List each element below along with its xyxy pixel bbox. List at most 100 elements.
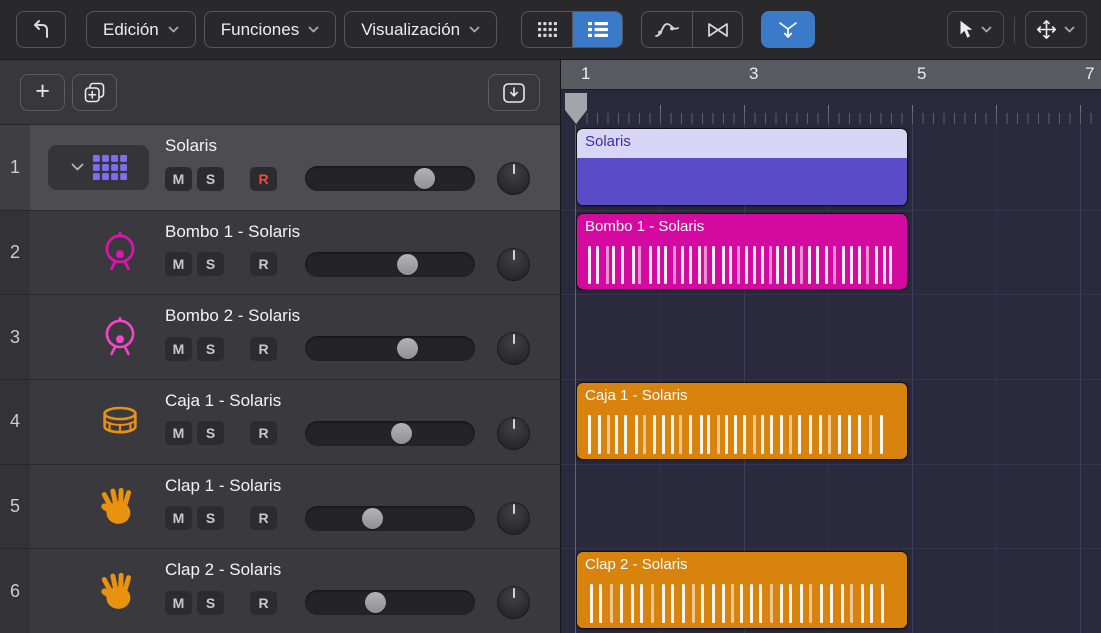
midi-note xyxy=(721,245,725,285)
solo-button[interactable]: S xyxy=(197,166,224,191)
duplicate-track-button[interactable] xyxy=(72,74,117,111)
midi-note xyxy=(632,245,636,285)
automation-button[interactable] xyxy=(642,12,692,47)
record-enable-button[interactable]: R xyxy=(250,506,277,531)
lanes[interactable]: Solaris Bombo 1 - Solaris Caja 1 - Solar… xyxy=(561,125,1101,633)
midi-note xyxy=(889,245,893,285)
volume-slider-thumb[interactable] xyxy=(396,253,418,275)
arrange-area[interactable]: 1 3 5 7 Solaris Bombo 1 - Solaris Caja 1 - … xyxy=(560,60,1101,633)
volume-slider-thumb[interactable] xyxy=(396,338,418,360)
volume-slider[interactable] xyxy=(305,336,475,362)
record-enable-button[interactable]: R xyxy=(250,590,277,615)
pan-knob[interactable] xyxy=(497,501,530,535)
midi-note xyxy=(691,584,695,623)
solo-button[interactable]: S xyxy=(197,506,224,531)
midi-note xyxy=(640,584,644,623)
chevron-down-icon xyxy=(469,26,480,33)
region-name: Caja 1 - Solaris xyxy=(577,383,907,412)
midi-note xyxy=(707,415,711,454)
record-enable-button[interactable]: R xyxy=(250,421,277,446)
grid-view-icon xyxy=(537,22,557,37)
mute-button[interactable]: M xyxy=(165,506,192,531)
track-controls: M S R xyxy=(165,501,560,535)
region[interactable]: Clap 2 - Solaris xyxy=(576,551,908,629)
midi-note xyxy=(857,415,861,454)
midi-note xyxy=(638,245,642,285)
midi-note xyxy=(671,415,675,454)
solo-button[interactable]: S xyxy=(197,252,224,277)
plus-icon: + xyxy=(35,76,50,105)
ruler-mark: 3 xyxy=(749,64,759,83)
catch-playhead-button[interactable] xyxy=(761,11,816,48)
rows-view-button[interactable] xyxy=(572,12,623,47)
mute-button[interactable]: M xyxy=(165,252,192,277)
lane-separator xyxy=(561,209,1101,211)
track-row[interactable]: Clap 2 - Solaris M S R xyxy=(30,548,560,633)
pan-knob[interactable] xyxy=(497,162,530,195)
menu-funciones[interactable]: Funciones xyxy=(203,11,337,48)
back-icon xyxy=(30,19,52,41)
show-hide-tray-button[interactable] xyxy=(488,74,540,111)
pointer-tool-button[interactable] xyxy=(947,11,1004,48)
add-track-button[interactable]: + xyxy=(20,74,65,111)
mute-button[interactable]: M xyxy=(165,166,192,191)
pan-knob[interactable] xyxy=(497,247,530,281)
region-body xyxy=(577,242,907,290)
track-row[interactable]: Bombo 2 - Solaris M S R xyxy=(30,294,560,379)
record-enable-button[interactable]: R xyxy=(250,336,277,361)
track-row[interactable]: Solaris M S R xyxy=(30,125,560,210)
back-button[interactable] xyxy=(16,11,66,48)
midi-note xyxy=(716,415,720,454)
volume-slider[interactable] xyxy=(305,251,475,277)
grid-view-button[interactable] xyxy=(522,12,572,47)
midi-note xyxy=(605,245,609,285)
region[interactable]: Caja 1 - Solaris xyxy=(576,382,908,460)
track-collapse-button[interactable] xyxy=(48,144,149,190)
track-controls: M S R xyxy=(165,162,560,195)
menu-edicion[interactable]: Edición xyxy=(86,11,196,48)
solo-button[interactable]: S xyxy=(197,590,224,615)
solo-button[interactable]: S xyxy=(197,336,224,361)
midi-note xyxy=(792,245,796,285)
lane-separator xyxy=(561,463,1101,465)
midi-note xyxy=(724,415,728,454)
volume-slider[interactable] xyxy=(305,420,475,446)
solo-button[interactable]: S xyxy=(197,421,224,446)
transform-button[interactable] xyxy=(692,12,742,47)
volume-slider-thumb[interactable] xyxy=(391,422,413,444)
mute-button[interactable]: M xyxy=(165,421,192,446)
volume-slider[interactable] xyxy=(305,505,475,531)
region[interactable]: Solaris xyxy=(576,128,908,206)
pan-knob[interactable] xyxy=(497,332,530,366)
track-row[interactable]: Bombo 1 - Solaris M S R xyxy=(30,209,560,295)
menu-visualizacion[interactable]: Visualización xyxy=(344,11,498,48)
rows-view-icon xyxy=(587,22,608,37)
volume-slider-thumb[interactable] xyxy=(365,592,386,614)
bowtie-icon xyxy=(707,22,729,38)
midi-note xyxy=(630,584,634,623)
volume-slider-thumb[interactable] xyxy=(362,507,384,529)
mute-button[interactable]: M xyxy=(165,590,192,615)
ruler-bar[interactable]: 1 3 5 7 xyxy=(561,60,1101,90)
pan-knob[interactable] xyxy=(497,416,530,450)
midi-note xyxy=(840,584,844,623)
ruler-ticks-zone[interactable] xyxy=(561,90,1101,125)
record-enable-button[interactable]: R xyxy=(250,166,277,191)
record-enable-button[interactable]: R xyxy=(250,252,277,277)
pan-knob[interactable] xyxy=(497,586,530,620)
volume-slider[interactable] xyxy=(305,166,475,191)
midi-note xyxy=(842,245,846,285)
volume-slider[interactable] xyxy=(305,590,475,616)
kick-drum-icon xyxy=(100,232,140,272)
track-row[interactable]: Clap 1 - Solaris M S R xyxy=(30,463,560,549)
midi-note xyxy=(730,584,734,623)
region[interactable]: Bombo 1 - Solaris xyxy=(576,212,908,291)
midi-note xyxy=(680,245,684,285)
crosshair-tool-button[interactable] xyxy=(1025,11,1087,48)
volume-slider-thumb[interactable] xyxy=(414,168,436,189)
region-name: Bombo 1 - Solaris xyxy=(577,213,907,243)
midi-note xyxy=(721,584,725,623)
chevron-down-icon xyxy=(71,163,84,171)
mute-button[interactable]: M xyxy=(165,336,192,361)
track-row[interactable]: Caja 1 - Solaris M S R xyxy=(30,378,560,464)
